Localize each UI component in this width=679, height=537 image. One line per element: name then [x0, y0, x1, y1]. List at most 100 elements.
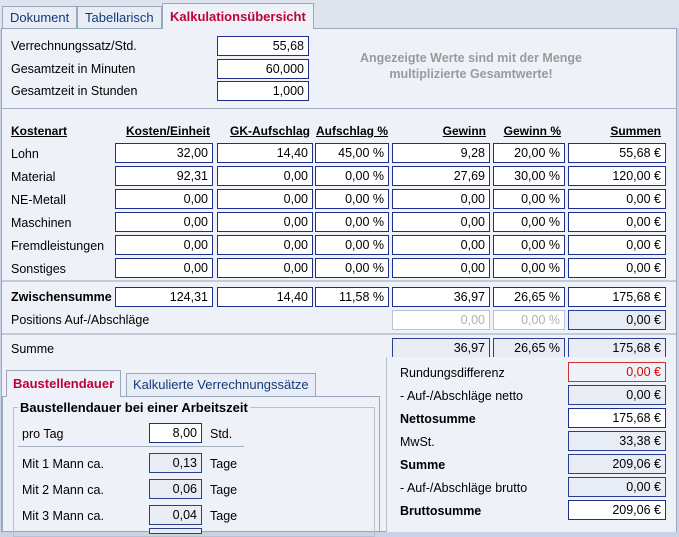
summe-gewinn: 36,97: [392, 338, 490, 358]
tab-kalkulierte-verrechnungssaetze[interactable]: Kalkulierte Verrechnungssätze: [126, 373, 316, 396]
subtotal-aufschlag: 11,58 %: [315, 287, 389, 307]
main-tab-bar: Dokument Tabellarisch Kalkulationsübersi…: [0, 0, 679, 29]
cell-gk[interactable]: 0,00: [217, 258, 313, 278]
row-label: Lohn: [11, 147, 39, 161]
positions-summe: 0,00 €: [568, 310, 666, 330]
rate-field[interactable]: 55,68: [217, 36, 309, 56]
cell-gewinn-prozent[interactable]: 0,00 %: [493, 212, 565, 232]
cell-gewinn[interactable]: 0,00: [392, 235, 490, 255]
cell-gewinn-prozent[interactable]: 0,00 %: [493, 189, 565, 209]
summe-brutto-value: 209,06 €: [568, 454, 666, 474]
mwst-value: 33,38 €: [568, 431, 666, 451]
cell-kosten[interactable]: 92,31: [115, 166, 213, 186]
hours-field[interactable]: 1,000: [217, 81, 309, 101]
header-gk-aufschlag: GK-Aufschlag: [229, 124, 310, 138]
cell-summe: 0,00 €: [568, 258, 666, 278]
cell-kosten[interactable]: 0,00: [115, 235, 213, 255]
cell-summe: 0,00 €: [568, 212, 666, 232]
note-line-1: Angezeigte Werte sind mit der Menge: [359, 51, 583, 65]
cell-aufschlag[interactable]: 45,00 %: [315, 143, 389, 163]
cell-aufschlag[interactable]: 0,00 %: [315, 235, 389, 255]
cell-aufschlag[interactable]: 0,00 %: [315, 166, 389, 186]
minutes-field[interactable]: 60,000: [217, 59, 309, 79]
cell-gewinn[interactable]: 0,00: [392, 258, 490, 278]
multiplied-values-note: Angezeigte Werte sind mit der Menge mult…: [346, 50, 596, 82]
note-line-2: multiplizierte Gesamtwerte!: [389, 67, 553, 81]
positions-gewinn: 0,00: [392, 310, 490, 330]
bruttosumme-value: 209,06 €: [568, 500, 666, 520]
cell-kosten[interactable]: 0,00: [115, 258, 213, 278]
cell-gewinn-prozent[interactable]: 20,00 %: [493, 143, 565, 163]
cell-gewinn-prozent[interactable]: 30,00 %: [493, 166, 565, 186]
cell-aufschlag[interactable]: 0,00 %: [315, 258, 389, 278]
cell-gk[interactable]: 0,00: [217, 212, 313, 232]
row-label: Maschinen: [11, 216, 72, 230]
abschlaege-netto-label: - Auf-/Abschläge netto: [400, 389, 523, 403]
row-label: Sonstiges: [11, 262, 66, 276]
cell-gk[interactable]: 0,00: [217, 189, 313, 209]
positions-label: Positions Auf-/Abschläge: [11, 313, 150, 327]
crew-1-value: 0,13: [149, 453, 202, 473]
crew-2-value: 0,06: [149, 479, 202, 499]
divider: [18, 446, 244, 447]
crew-2-label: Mit 2 Mann ca.: [22, 483, 104, 497]
cell-kosten[interactable]: 0,00: [115, 189, 213, 209]
cell-kosten[interactable]: 32,00: [115, 143, 213, 163]
cell-gk[interactable]: 14,40: [217, 143, 313, 163]
cell-gk[interactable]: 0,00: [217, 235, 313, 255]
row-label: Fremdleistungen: [11, 239, 105, 253]
header-kosten-einheit: Kosten/Einheit: [125, 124, 210, 138]
header-gewinn: Gewinn: [442, 124, 486, 138]
crew-2-unit: Tage: [210, 483, 238, 497]
rundungsdifferenz-value: 0,00 €: [568, 362, 666, 382]
cell-gewinn-prozent[interactable]: 0,00 %: [493, 258, 565, 278]
nettosumme-value: 175,68 €: [568, 408, 666, 428]
abschlaege-brutto-label: - Auf-/Abschläge brutto: [400, 481, 528, 495]
tab-tabellarisch[interactable]: Tabellarisch: [77, 6, 162, 28]
subtotal-gk: 14,40: [217, 287, 313, 307]
cell-summe: 0,00 €: [568, 235, 666, 255]
subtotal-label: Zwischensumme: [11, 290, 112, 304]
header-gewinn-prozent: Gewinn %: [503, 124, 561, 138]
per-day-label: pro Tag: [22, 427, 64, 441]
subtotal-gewinn-prozent: 26,65 %: [493, 287, 565, 307]
divider: [2, 333, 676, 335]
subtotal-gewinn: 36,97: [392, 287, 490, 307]
header-kostenart: Kostenart: [11, 124, 68, 138]
mwst-label: MwSt.: [400, 435, 435, 449]
crew-3-unit: Tage: [210, 509, 238, 523]
cell-summe: 0,00 €: [568, 189, 666, 209]
divider: [2, 280, 676, 282]
per-day-unit: Std.: [210, 427, 233, 441]
divider: [2, 108, 676, 109]
cell-gewinn[interactable]: 27,69: [392, 166, 490, 186]
cell-kosten[interactable]: 0,00: [115, 212, 213, 232]
tab-dokument[interactable]: Dokument: [2, 6, 78, 28]
cell-aufschlag[interactable]: 0,00 %: [315, 189, 389, 209]
summe-brutto-label: Summe: [400, 458, 446, 472]
summe-summe: 175,68 €: [568, 338, 666, 358]
sub-tab-bar: Baustellendauer Kalkulierte Verrechnungs…: [2, 370, 384, 397]
tab-baustellendauer[interactable]: Baustellendauer: [6, 370, 122, 397]
abschlaege-brutto-value: 0,00 €: [568, 477, 666, 497]
header-summen: Summen: [610, 124, 661, 138]
abschlaege-netto-value: 0,00 €: [568, 385, 666, 405]
crew-1-unit: Tage: [210, 457, 238, 471]
cell-aufschlag[interactable]: 0,00 %: [315, 212, 389, 232]
cell-gewinn[interactable]: 0,00: [392, 212, 490, 232]
summe-label: Summe: [11, 342, 55, 356]
nettosumme-label: Nettosumme: [400, 412, 476, 426]
tab-kalkulationsuebersicht[interactable]: Kalkulationsübersicht: [162, 3, 314, 29]
positions-gewinn-prozent: 0,00 %: [493, 310, 565, 330]
per-day-field[interactable]: 8,00: [149, 423, 202, 443]
hours-label: Gesamtzeit in Stunden: [11, 84, 138, 98]
cell-gewinn[interactable]: 0,00: [392, 189, 490, 209]
subtotal-kosten: 124,31: [115, 287, 213, 307]
cell-gk[interactable]: 0,00: [217, 166, 313, 186]
row-label: Material: [11, 170, 56, 184]
row-label: NE-Metall: [11, 193, 66, 207]
header-aufschlag-prozent: Aufschlag %: [315, 124, 388, 138]
cell-gewinn[interactable]: 9,28: [392, 143, 490, 163]
cell-gewinn-prozent[interactable]: 0,00 %: [493, 235, 565, 255]
cell-summe: 55,68 €: [568, 143, 666, 163]
